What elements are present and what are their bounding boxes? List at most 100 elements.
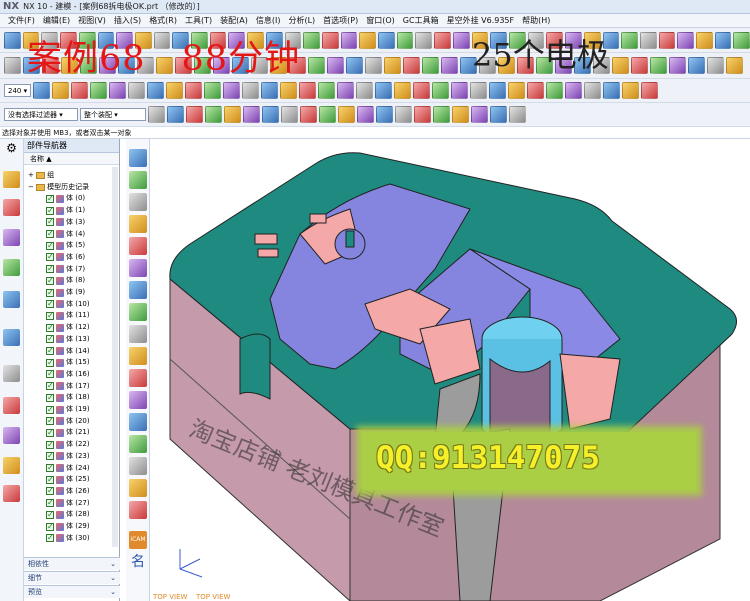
snap-face-icon[interactable] <box>395 106 412 123</box>
snap-arc-icon[interactable] <box>414 106 431 123</box>
snap-quadrant-icon[interactable] <box>319 106 336 123</box>
checkbox-icon[interactable] <box>46 427 54 438</box>
assembly-navigator-icon[interactable] <box>3 171 20 188</box>
pattern-icon[interactable] <box>327 57 344 74</box>
tree-node-body[interactable]: 体 (10) <box>46 298 90 310</box>
cube-2-icon[interactable] <box>318 82 336 99</box>
perspective-icon[interactable] <box>129 193 147 211</box>
view-top-icon[interactable] <box>129 259 147 277</box>
mesh-icon[interactable] <box>621 31 638 49</box>
blend-icon[interactable] <box>434 31 451 49</box>
menu-assembly[interactable]: 装配(A) <box>216 15 252 26</box>
checkbox-icon[interactable] <box>46 415 54 426</box>
download-icon[interactable] <box>129 149 147 167</box>
wcs-icon[interactable] <box>185 82 203 99</box>
drawing-icon[interactable] <box>726 57 743 74</box>
view-front-icon[interactable] <box>129 237 147 255</box>
layer-icon[interactable] <box>303 31 320 49</box>
cube-17-icon[interactable] <box>603 82 621 99</box>
patch-icon[interactable] <box>677 31 695 49</box>
cube-13-icon[interactable] <box>527 82 545 99</box>
tree-node-body[interactable]: 体 (7) <box>46 263 85 275</box>
edit-object-display-icon[interactable] <box>147 82 165 99</box>
snap-mid-icon[interactable] <box>281 106 298 123</box>
chamfer-icon[interactable] <box>452 31 470 49</box>
snap-target-icon[interactable] <box>433 106 450 123</box>
snap-end-icon[interactable] <box>262 106 279 123</box>
checkbox-icon[interactable] <box>46 497 54 508</box>
cube-16-icon[interactable] <box>584 82 602 99</box>
select-component-icon[interactable] <box>224 106 241 123</box>
emboss-icon[interactable] <box>308 57 325 74</box>
select-all-icon[interactable] <box>243 106 260 123</box>
replace-view-icon[interactable] <box>129 479 147 497</box>
snap-icon[interactable] <box>223 82 241 99</box>
tree-node-body[interactable]: 体 (30) <box>46 532 90 544</box>
invert-show-icon[interactable] <box>128 82 146 99</box>
checkbox-icon[interactable] <box>46 392 54 403</box>
zoom-dropdown[interactable]: 240 ▾ <box>4 84 32 97</box>
checkbox-icon[interactable] <box>46 509 54 520</box>
cube-3-icon[interactable] <box>337 82 355 99</box>
checkbox-icon[interactable] <box>46 532 54 543</box>
cube-12-icon[interactable] <box>508 82 526 99</box>
rotate-view-icon[interactable] <box>129 325 147 343</box>
clip-icon[interactable] <box>129 457 147 475</box>
revolve-icon[interactable] <box>359 31 377 49</box>
highlight-icon[interactable] <box>129 391 147 409</box>
menu-edit[interactable]: 编辑(E) <box>39 15 74 26</box>
selection-filter-dropdown[interactable]: 没有选择过滤器 ▾ <box>4 108 78 121</box>
checkbox-icon[interactable] <box>46 368 54 379</box>
system-scene-icon[interactable] <box>3 485 20 502</box>
roles-icon[interactable] <box>3 457 20 474</box>
tree-node-body[interactable]: 体 (28) <box>46 509 90 520</box>
mold-base-icon[interactable] <box>650 57 667 74</box>
sew-icon[interactable] <box>696 31 713 49</box>
cube-8-icon[interactable] <box>432 82 450 99</box>
process-studio-icon[interactable] <box>3 427 20 444</box>
tree-node-body[interactable]: 体 (1) <box>46 205 85 216</box>
checkbox-icon[interactable] <box>46 216 54 227</box>
cube-4-icon[interactable] <box>356 82 374 99</box>
snap-cross-icon[interactable] <box>471 106 488 123</box>
menu-window[interactable]: 窗口(O) <box>362 15 399 26</box>
tree-node-body[interactable]: 体 (17) <box>46 380 90 392</box>
menu-tools[interactable]: 工具(T) <box>181 15 216 26</box>
select-feature-icon[interactable] <box>148 106 165 123</box>
deviation-icon[interactable] <box>441 57 458 74</box>
tree-node-body[interactable]: 体 (12) <box>46 322 90 333</box>
icam-button[interactable]: iCAM <box>129 531 147 549</box>
checkbox-icon[interactable] <box>46 205 54 216</box>
menu-insert[interactable]: 插入(S) <box>110 15 145 26</box>
orient-icon[interactable] <box>204 82 222 99</box>
checkbox-icon[interactable] <box>46 263 54 274</box>
tree-node-group[interactable]: + 组 <box>28 170 54 181</box>
pocket-icon[interactable] <box>415 31 433 49</box>
sketch-icon[interactable] <box>321 31 339 49</box>
bom-icon[interactable] <box>707 57 724 74</box>
curvature-icon[interactable] <box>403 57 420 74</box>
face-analysis-icon[interactable] <box>422 57 439 74</box>
collapse-icon[interactable]: − <box>28 182 34 193</box>
pocket-tool-icon[interactable] <box>688 57 705 74</box>
checkbox-icon[interactable] <box>46 521 54 532</box>
snap-center-icon[interactable] <box>300 106 317 123</box>
menu-analysis[interactable]: 分析(L) <box>284 15 319 26</box>
tree-node-body[interactable]: 体 (14) <box>46 345 90 357</box>
mirror-icon[interactable] <box>733 31 750 49</box>
extrude-icon[interactable] <box>340 31 358 49</box>
checkbox-icon[interactable] <box>46 333 54 344</box>
checkbox-icon[interactable] <box>46 275 54 286</box>
tree-node-body[interactable]: 体 (6) <box>46 251 85 263</box>
tree-node-body[interactable]: 体 (20) <box>46 415 90 427</box>
check-geometry-icon[interactable] <box>384 57 401 74</box>
cube-7-icon[interactable] <box>413 82 431 99</box>
fit-icon[interactable] <box>129 171 147 189</box>
thicken-icon[interactable] <box>658 31 676 49</box>
section-dependencies[interactable]: 相依性 ⌄ <box>24 557 120 570</box>
cube-15-icon[interactable] <box>565 82 583 99</box>
measure-angle-icon[interactable] <box>365 57 382 74</box>
assembly-scope-dropdown[interactable]: 整个装配 ▾ <box>80 108 146 121</box>
name-tool-button[interactable]: 名 <box>129 553 147 571</box>
tree-node-body[interactable]: 体 (18) <box>46 392 90 403</box>
